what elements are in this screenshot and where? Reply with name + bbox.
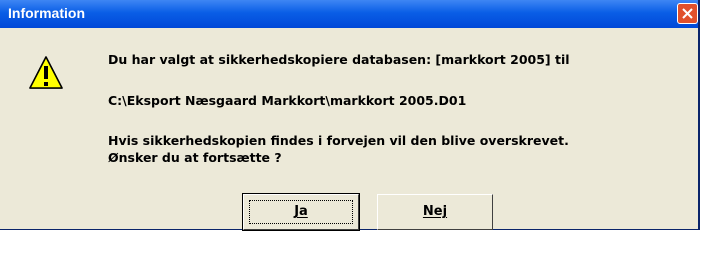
warning-icon [29, 56, 63, 89]
message-line-1: Du har valgt at sikkerhedskopiere databa… [108, 52, 570, 67]
yes-button[interactable]: Ja [242, 193, 360, 231]
title-bar[interactable]: Information [0, 0, 698, 28]
message-line-2: C:\Eksport Næsgaard Markkort\markkort 20… [108, 93, 467, 108]
yes-button-label: Ja [294, 204, 308, 219]
no-button[interactable]: Nej [377, 194, 493, 230]
message-line-4: Ønsker du at fortsætte ? [108, 150, 282, 165]
close-button[interactable] [677, 3, 698, 24]
information-dialog: Information Du har valgt at sikkerhedsko… [0, 0, 700, 231]
no-button-label: Nej [422, 204, 448, 219]
window-title: Information [8, 5, 85, 21]
message-line-3: Hvis sikkerhedskopien findes i forvejen … [108, 133, 569, 148]
close-icon [682, 8, 693, 19]
